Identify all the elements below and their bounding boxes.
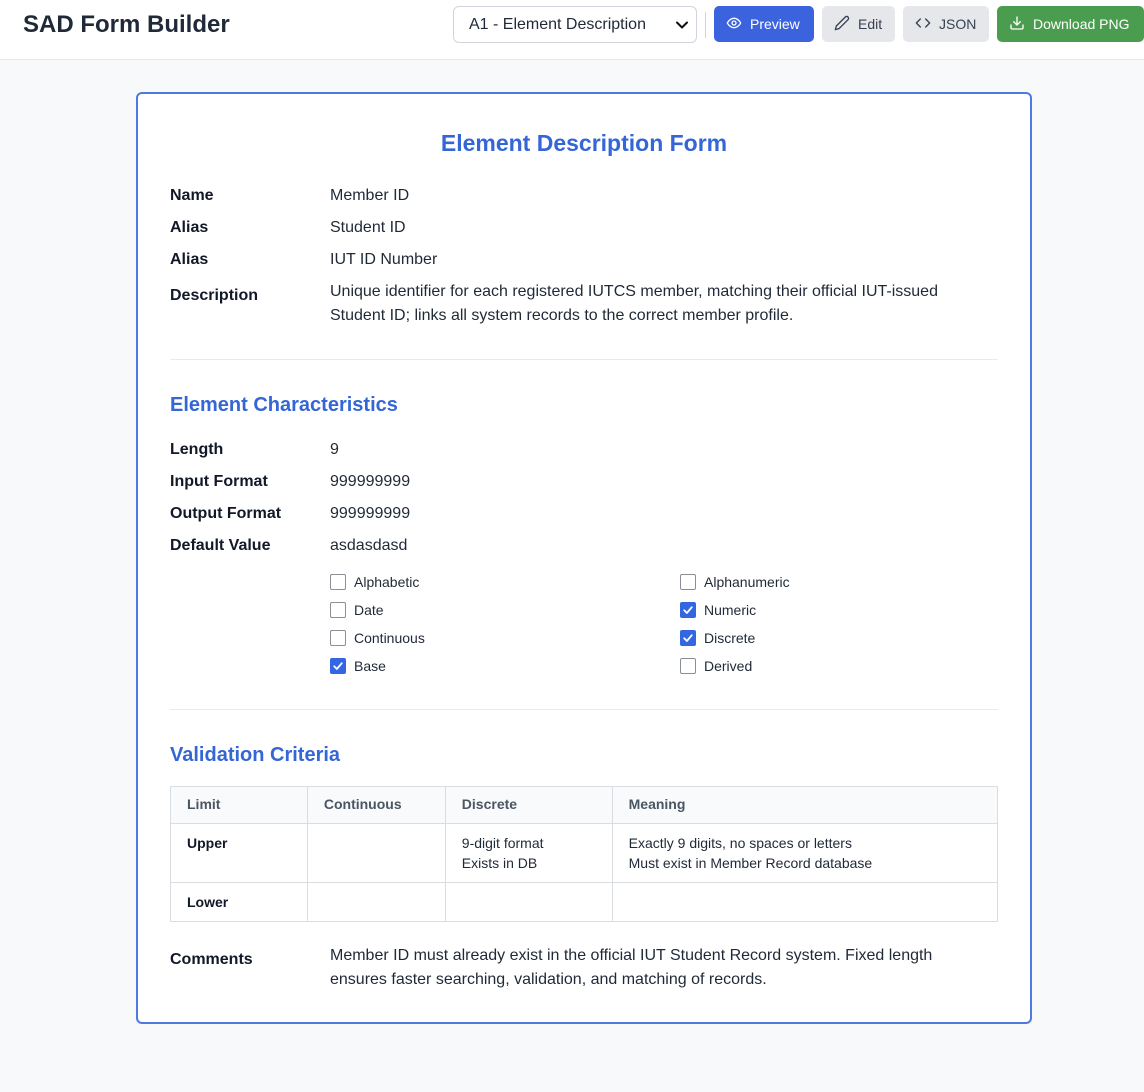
pencil-icon xyxy=(834,15,850,34)
checkbox-alphanumeric[interactable]: Alphanumeric xyxy=(680,573,790,591)
field-value: Member ID must already exist in the offi… xyxy=(330,947,933,988)
field-label: Input Format xyxy=(170,473,268,490)
field-label: Description xyxy=(170,287,259,304)
field-value: asdasdasd xyxy=(330,537,408,554)
field-value: Student ID xyxy=(330,219,406,236)
checkbox-continuous[interactable]: Continuous xyxy=(330,629,425,647)
table-cell-meaning: Exactly 9 digits, no spaces or letters M… xyxy=(611,823,999,883)
field-value: 999999999 xyxy=(330,473,411,490)
table-row: Upper 9-digit format Exists in DB Exactl… xyxy=(170,823,999,883)
checkbox-derived[interactable]: Derived xyxy=(680,657,752,675)
template-select[interactable]: A1 - Element Description xyxy=(453,6,697,43)
code-icon xyxy=(915,15,931,34)
checkbox-box[interactable] xyxy=(680,602,696,618)
checkbox-label: Numeric xyxy=(704,602,757,618)
field-value: 999999999 xyxy=(330,505,411,522)
checkbox-label: Alphanumeric xyxy=(704,574,790,590)
table-cell-continuous xyxy=(306,823,446,883)
section-title-characteristics: Element Characteristics xyxy=(170,394,398,416)
preview-button-label: Preview xyxy=(750,16,800,32)
table-cell-discrete: 9-digit format Exists in DB xyxy=(444,823,613,883)
download-icon xyxy=(1009,15,1025,34)
checkbox-label: Date xyxy=(354,602,384,618)
table-cell-discrete xyxy=(444,882,613,922)
field-label: Name xyxy=(170,187,214,204)
table-cell-limit: Upper xyxy=(170,823,308,883)
edit-button[interactable]: Edit xyxy=(822,6,895,42)
checkbox-label: Continuous xyxy=(354,630,425,646)
column-header: Meaning xyxy=(611,786,999,824)
field-label: Output Format xyxy=(170,505,282,522)
checkbox-discrete[interactable]: Discrete xyxy=(680,629,755,647)
checkbox-box[interactable] xyxy=(330,658,346,674)
checkbox-numeric[interactable]: Numeric xyxy=(680,601,756,619)
download-png-button[interactable]: Download PNG xyxy=(997,6,1144,42)
eye-icon xyxy=(726,15,742,34)
app-header: SAD Form Builder A1 - Element Descriptio… xyxy=(0,0,1144,60)
field-label: Length xyxy=(170,441,224,458)
field-value: IUT ID Number xyxy=(330,251,438,268)
checkbox-box[interactable] xyxy=(680,630,696,646)
column-header: Continuous xyxy=(306,786,446,824)
template-select-value: A1 - Element Description xyxy=(469,15,646,33)
field-label: Default Value xyxy=(170,537,271,554)
checkbox-label: Alphabetic xyxy=(354,574,420,590)
table-row: Lower xyxy=(170,882,999,922)
table-header-row: Limit Continuous Discrete Meaning xyxy=(170,786,999,824)
checkbox-date[interactable]: Date xyxy=(330,601,384,619)
table-cell-continuous xyxy=(306,882,446,922)
edit-button-label: Edit xyxy=(858,16,883,32)
download-button-label: Download PNG xyxy=(1033,16,1130,32)
checkbox-box[interactable] xyxy=(330,574,346,590)
table-cell-meaning xyxy=(611,882,999,922)
column-header: Discrete xyxy=(444,786,613,824)
toolbar-divider xyxy=(705,12,706,38)
checkbox-label: Derived xyxy=(704,658,753,674)
json-button[interactable]: JSON xyxy=(903,6,989,42)
checkbox-label: Discrete xyxy=(704,630,756,646)
field-value: Member ID xyxy=(330,187,410,204)
checkbox-label: Base xyxy=(354,658,386,674)
section-divider xyxy=(170,359,998,360)
chevron-down-icon xyxy=(668,21,696,29)
form-title: Element Description Form xyxy=(440,130,728,156)
checkbox-box[interactable] xyxy=(330,630,346,646)
table-cell-limit: Lower xyxy=(170,882,308,922)
checkbox-base[interactable]: Base xyxy=(330,657,386,675)
section-title-validation: Validation Criteria xyxy=(170,744,341,766)
check-icon xyxy=(683,606,693,614)
field-value: 9 xyxy=(330,441,339,458)
form-card: Element Description Form Name Member ID … xyxy=(136,92,1032,1024)
check-icon xyxy=(333,662,343,670)
field-value: Unique identifier for each registered IU… xyxy=(330,283,938,324)
column-header: Limit xyxy=(170,786,308,824)
section-divider xyxy=(170,709,998,710)
preview-button[interactable]: Preview xyxy=(714,6,814,42)
app-title: SAD Form Builder xyxy=(23,11,230,38)
check-icon xyxy=(683,634,693,642)
field-label: Alias xyxy=(170,251,209,268)
checkbox-alphabetic[interactable]: Alphabetic xyxy=(330,573,419,591)
validation-table: Limit Continuous Discrete Meaning Upper … xyxy=(170,786,999,922)
field-label: Alias xyxy=(170,219,209,236)
json-button-label: JSON xyxy=(939,16,977,32)
checkbox-box[interactable] xyxy=(330,602,346,618)
field-label: Comments xyxy=(170,951,253,968)
checkbox-box[interactable] xyxy=(680,658,696,674)
checkbox-box[interactable] xyxy=(680,574,696,590)
